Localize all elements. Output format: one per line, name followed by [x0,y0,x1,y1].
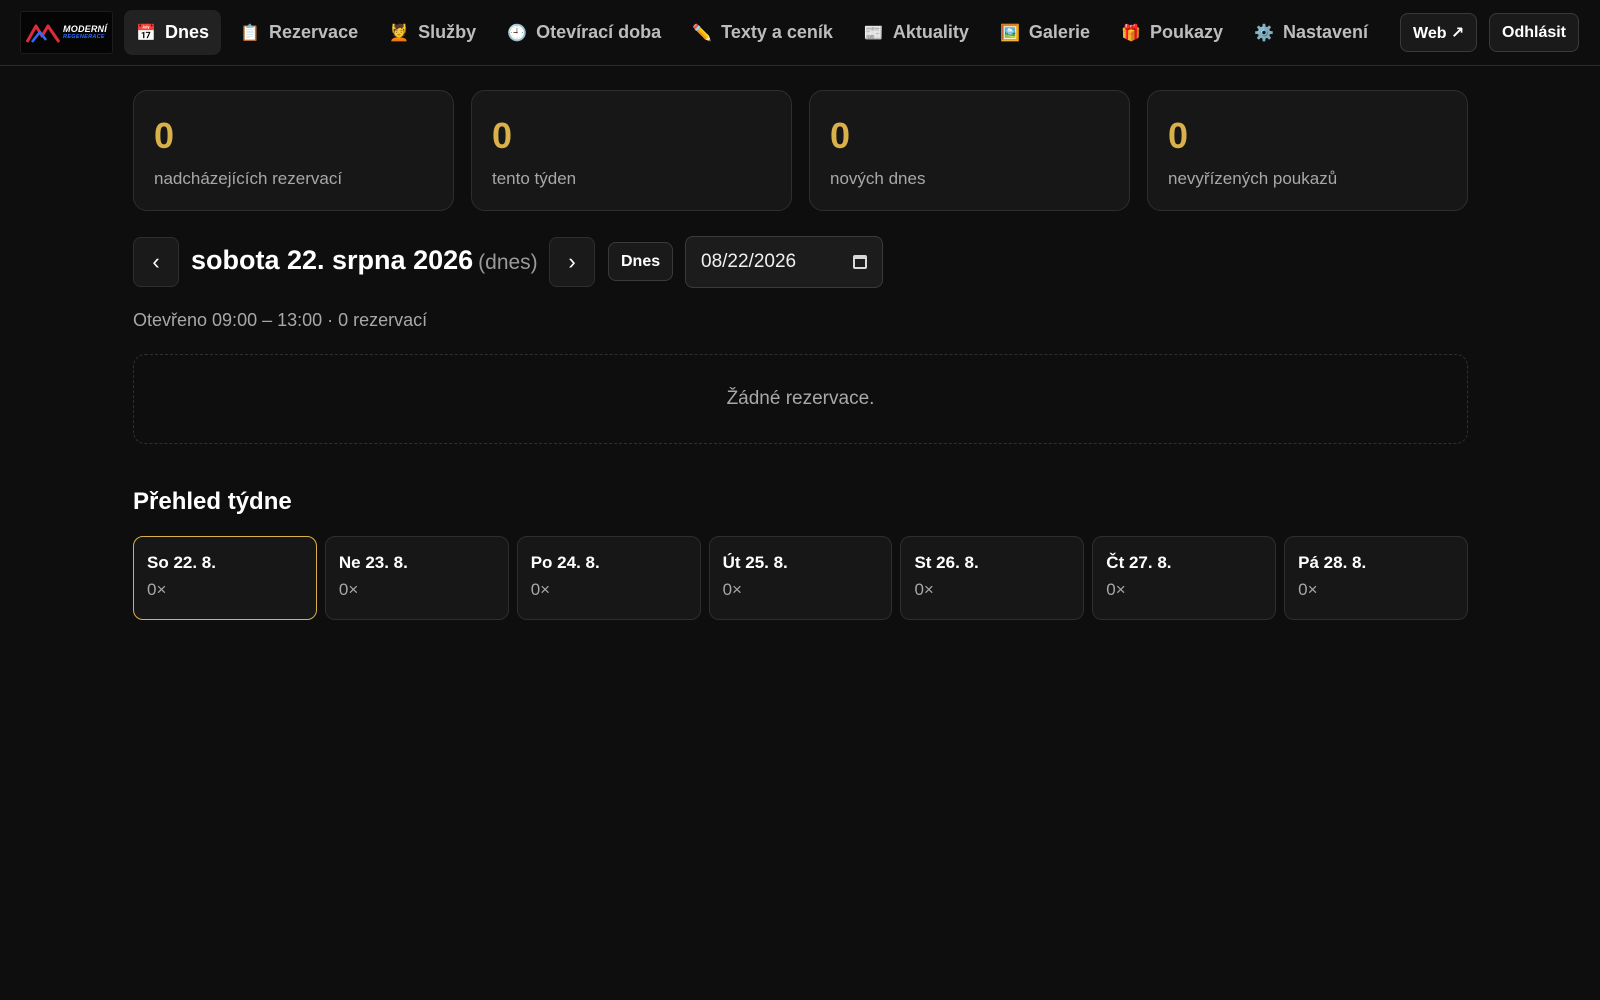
clipboard-icon: 📋 [240,24,260,42]
logout-button[interactable]: Odhlásit [1489,13,1580,52]
week-overview-title: Přehled týdne [133,488,292,515]
nav-item-rezervace[interactable]: 📋 Rezervace [228,10,370,55]
web-link-button[interactable]: Web ↗ [1400,13,1478,52]
page-title: sobota 22. srpna 2026 (dnes) [191,245,538,276]
opening-hours-info: Otevřeno 09:00 – 13:00 · 0 rezervací [133,310,428,330]
day-label: Út 25. 8. [722,553,788,572]
week-day-card[interactable]: So 22. 8. 0× [133,536,317,620]
logo-text-line1: MODERNÍ [63,23,107,34]
nav-item-label: Galerie [1028,22,1090,42]
today-indicator: (dnes) [478,251,538,274]
calendar-picker-icon[interactable] [853,255,867,269]
nav-item-label: Dnes [165,22,210,42]
nav-item-otevírací-doba[interactable]: 🕘 Otevírací doba [495,10,673,55]
stat-label: nadcházejících rezervací [154,169,343,188]
week-day-card[interactable]: Pá 28. 8. 0× [1284,536,1469,620]
week-day-card[interactable]: Ne 23. 8. 0× [324,536,509,620]
main-nav: 📅 Dnes 📋 Rezervace 💆 Služby 🕘 Otevírací doba ✏️ T… [124,10,1387,55]
calendar-icon: 📅 [136,24,156,42]
week-day-card[interactable]: St 26. 8. 0× [900,536,1085,620]
day-reservation-count: 0× [1298,580,1318,599]
day-reservation-count: 0× [1106,580,1126,599]
nav-item-poukazy[interactable]: 🎁 Poukazy [1109,10,1235,55]
stat-label: tento týden [492,169,577,188]
day-label: Čt 27. 8. [1106,553,1172,572]
day-reservation-count: 0× [530,580,551,599]
week-days-list: So 22. 8. 0× Ne 23. 8. 0× Po 24. 8. 0× Út 25. … [133,536,1469,620]
day-label: St 26. 8. [914,553,979,572]
newspaper-icon: 📰 [863,24,884,42]
empty-reservations-box: Žádné rezervace. [133,354,1468,444]
stat-card-new-today: 0 nových dnes [809,90,1130,211]
top-navigation-bar: MODERNÍ REGENERACE 📅 Dnes 📋 Rezervace 💆 Služb… [0,0,1600,66]
stat-card-pending-vouchers: 0 nevyřízených poukazů [1147,90,1468,211]
day-reservation-count: 0× [914,580,934,599]
nav-item-label: Otevírací doba [536,22,662,42]
week-day-card[interactable]: Út 25. 8. 0× [708,536,893,620]
previous-day-button[interactable]: ‹ [133,237,179,287]
brand-logo[interactable]: MODERNÍ REGENERACE [20,11,113,54]
nav-item-label: Rezervace [269,22,359,42]
day-label: Po 24. 8. [530,553,600,572]
mountain-logo-icon [26,24,61,43]
gift-icon: 🎁 [1121,24,1141,42]
empty-reservations-message: Žádné rezervace. [726,388,875,409]
nav-item-dnes[interactable]: 📅 Dnes [124,10,222,55]
stat-value: 0 [154,115,175,156]
gear-icon: ⚙️ [1254,24,1274,42]
stat-label: nových dnes [830,169,926,188]
week-day-card[interactable]: Čt 27. 8. 0× [1092,536,1277,620]
week-day-card[interactable]: Po 24. 8. 0× [516,536,701,620]
nav-item-label: Služby [418,22,477,42]
nav-item-label: Aktuality [892,22,969,42]
day-reservation-count: 0× [722,580,742,599]
stat-value: 0 [830,115,851,156]
nav-item-texty-a-ceník[interactable]: ✏️ Texty a ceník [680,10,845,55]
today-button[interactable]: Dnes [608,242,674,281]
massage-icon: 💆 [389,24,410,42]
date-picker-value: 08/22/2026 [701,251,797,272]
stat-card-this-week: 0 tento týden [471,90,792,211]
stat-label: nevyřízených poukazů [1168,169,1338,188]
day-label: So 22. 8. [147,553,216,572]
nav-item-label: Nastavení [1283,22,1369,42]
stat-value: 0 [1168,115,1189,156]
current-date-label: sobota 22. srpna 2026 [191,245,474,275]
nav-item-nastavení[interactable]: ⚙️ Nastavení [1242,10,1380,55]
picture-icon: 🖼️ [999,24,1020,42]
stat-card-upcoming: 0 nadcházejících rezervací [133,90,454,211]
nav-item-label: Poukazy [1149,22,1223,42]
nav-item-label: Texty a ceník [721,22,833,42]
pencil-icon: ✏️ [692,24,713,42]
day-reservation-count: 0× [147,580,167,599]
next-day-button[interactable]: › [549,237,595,287]
nav-item-aktuality[interactable]: 📰 Aktuality [852,10,981,55]
day-label: Pá 28. 8. [1298,553,1367,572]
nav-item-galerie[interactable]: 🖼️ Galerie [988,10,1102,55]
logo-text-line2: REGENERACE [63,33,105,40]
day-label: Ne 23. 8. [338,553,408,572]
nav-item-služby[interactable]: 💆 Služby [377,10,488,55]
date-picker-input[interactable]: 08/22/2026 [685,236,883,288]
day-reservation-count: 0× [338,580,359,599]
clock-icon: 🕘 [507,24,528,42]
stat-value: 0 [492,115,513,156]
